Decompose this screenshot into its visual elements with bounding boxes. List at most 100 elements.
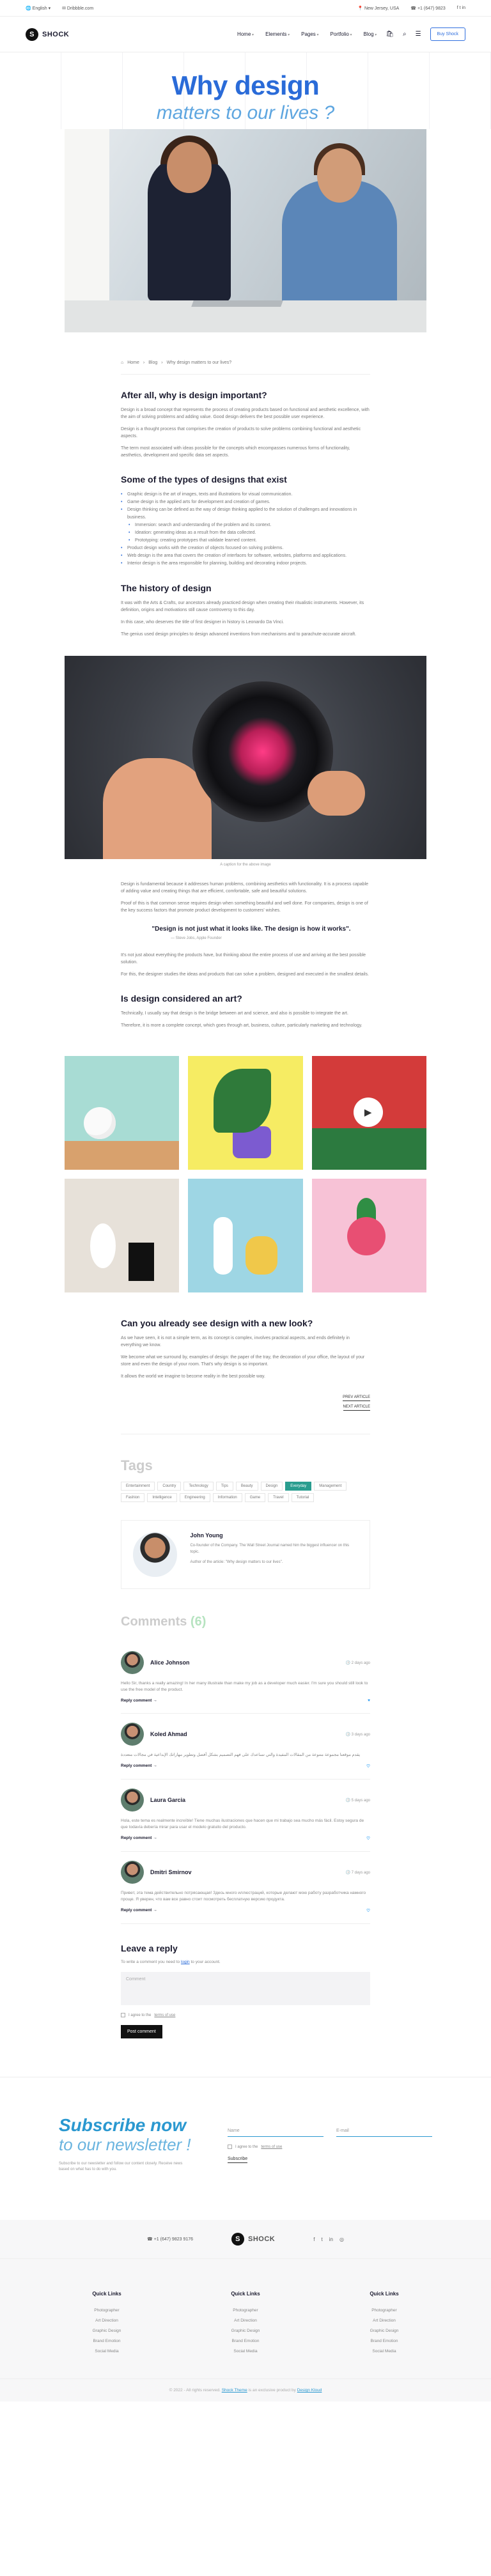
- footer-phone[interactable]: ☎ +1 (647) 9823 9176: [147, 2237, 193, 2242]
- prev-article-link[interactable]: PREV ARTICLE: [343, 1395, 370, 1401]
- post-comment-button[interactable]: Post comment: [121, 2025, 162, 2038]
- comment-author[interactable]: Alice Johnson: [150, 1659, 190, 1666]
- footer-link[interactable]: Art Direction: [336, 2318, 432, 2323]
- avatar: [121, 1651, 144, 1674]
- heart-icon[interactable]: ♥: [368, 1698, 370, 1703]
- design-type-item: Product design works with the creation o…: [121, 545, 370, 552]
- breadcrumb-home[interactable]: Home: [127, 361, 139, 365]
- buy-button[interactable]: Buy Shock: [430, 27, 465, 41]
- search-icon[interactable]: ⌕: [403, 31, 407, 38]
- tag-chip[interactable]: Fashion: [121, 1493, 145, 1502]
- paragraph: The term most associated with ideas poss…: [121, 446, 350, 458]
- tag-chip[interactable]: Country: [157, 1482, 182, 1491]
- tag-chip[interactable]: Beauty: [235, 1482, 258, 1491]
- footer-link[interactable]: Graphic Design: [336, 2329, 432, 2333]
- footer-link[interactable]: Social Media: [336, 2349, 432, 2354]
- footer-column: Quick Links Photographer Art Direction Grap…: [198, 2291, 293, 2359]
- login-link[interactable]: login: [181, 1960, 190, 1964]
- section-heading: The history of design: [121, 583, 212, 593]
- subscribe-button[interactable]: Subscribe: [228, 2157, 248, 2163]
- email-input[interactable]: E-mail: [336, 2129, 432, 2137]
- footer-link[interactable]: Art Direction: [59, 2318, 155, 2323]
- gallery-image[interactable]: [311, 1179, 426, 1292]
- blockquote: "Design is not just what it looks like. …: [121, 926, 370, 940]
- comment-author[interactable]: Laura Garcia: [150, 1797, 185, 1803]
- tag-chip[interactable]: Information: [212, 1493, 242, 1502]
- comment-author[interactable]: Dmitri Smirnov: [150, 1869, 192, 1875]
- tag-chip[interactable]: Game: [244, 1493, 266, 1502]
- tag-chip[interactable]: Entertainment: [121, 1482, 155, 1491]
- comment-author[interactable]: Koled Ahmad: [150, 1731, 187, 1737]
- comment: Dmitri Smirnov 🕓 7 days ago Привет, эта те…: [121, 1852, 370, 1924]
- header: SSHOCK Home Elements Pages Portfolio Blo…: [0, 17, 491, 52]
- location-text: 📍 New Jersey, USA: [357, 6, 400, 11]
- footer-link[interactable]: Brand Emotion: [336, 2339, 432, 2343]
- logo[interactable]: S SHOCK: [26, 27, 69, 41]
- gallery-video[interactable]: ▶: [311, 1056, 426, 1170]
- footer-link[interactable]: Photographer: [336, 2308, 432, 2313]
- footer-link[interactable]: Brand Emotion: [198, 2339, 293, 2343]
- breadcrumb-blog[interactable]: Blog: [148, 361, 157, 365]
- footer-link[interactable]: Art Direction: [198, 2318, 293, 2323]
- next-article-link[interactable]: NEXT ARTICLE: [343, 1405, 370, 1411]
- home-icon: ⌂: [121, 361, 124, 365]
- language-select[interactable]: 🌐 English ▾: [26, 6, 51, 11]
- tag-chip[interactable]: Design: [260, 1482, 283, 1491]
- name-input[interactable]: Name: [228, 2129, 323, 2137]
- footer-link[interactable]: Graphic Design: [59, 2329, 155, 2333]
- footer-link[interactable]: Graphic Design: [198, 2329, 293, 2333]
- reply-comment-link[interactable]: Reply comment →: [121, 1764, 157, 1769]
- tag-chip[interactable]: Management: [314, 1482, 347, 1491]
- tag-chip[interactable]: Everyday: [285, 1482, 312, 1491]
- paragraph: As we have seen, it is not a simple term…: [121, 1336, 350, 1347]
- heart-icon[interactable]: ♡: [366, 1836, 370, 1841]
- heart-icon[interactable]: ♡: [366, 1908, 370, 1913]
- footer-link[interactable]: Photographer: [198, 2308, 293, 2313]
- footer-link[interactable]: Social Media: [198, 2349, 293, 2354]
- heart-icon[interactable]: ♡: [366, 1764, 370, 1769]
- comment-textarea[interactable]: Comment: [121, 1972, 370, 2005]
- nav-elements[interactable]: Elements: [265, 31, 290, 37]
- reply-comment-link[interactable]: Reply comment →: [121, 1908, 157, 1913]
- nav-portfolio[interactable]: Portfolio: [331, 31, 352, 37]
- footer-column: Quick Links Photographer Art Direction Grap…: [59, 2291, 155, 2359]
- footer-link[interactable]: Photographer: [59, 2308, 155, 2313]
- hero: Why design matters to our lives ?: [0, 52, 491, 129]
- newsletter-terms-checkbox[interactable]: I agree to the terms of use: [228, 2145, 432, 2149]
- cart-icon[interactable]: 🛍: [386, 31, 394, 38]
- footer-logo[interactable]: S SHOCK: [231, 2233, 275, 2246]
- tag-chip[interactable]: Engineering: [179, 1493, 210, 1502]
- reply-comment-link[interactable]: Reply comment →: [121, 1698, 157, 1703]
- design-type-item: Graphic design is the art of images, tex…: [121, 491, 370, 499]
- tag-chip[interactable]: Intelligence: [147, 1493, 177, 1502]
- tag-chip[interactable]: Technology: [183, 1482, 214, 1491]
- footer-link[interactable]: Brand Emotion: [59, 2339, 155, 2343]
- comment-date: 🕓 5 days ago: [345, 1798, 371, 1803]
- tag-chip[interactable]: Travel: [268, 1493, 289, 1502]
- menu-icon[interactable]: ☰: [416, 31, 421, 38]
- paragraph: The genius used design principles to des…: [121, 632, 357, 637]
- author-name[interactable]: John Young: [190, 1532, 358, 1539]
- reply-title: Leave a reply: [121, 1943, 178, 1953]
- section-heading: Is design considered an art?: [121, 993, 242, 1004]
- gallery-image[interactable]: [188, 1179, 303, 1292]
- footer-column: Quick Links Photographer Art Direction Grap…: [336, 2291, 432, 2359]
- nav-blog[interactable]: Blog: [364, 31, 377, 37]
- nav-pages[interactable]: Pages: [301, 31, 318, 37]
- social-icons[interactable]: f t in: [457, 6, 465, 10]
- footer-link[interactable]: Social Media: [59, 2349, 155, 2354]
- terms-checkbox[interactable]: I agree to the terms of use: [121, 2013, 370, 2017]
- email-link[interactable]: ✉ Dribbble.com: [62, 6, 93, 11]
- gallery-image[interactable]: [188, 1056, 303, 1170]
- reply-comment-link[interactable]: Reply comment →: [121, 1836, 157, 1841]
- nav-home[interactable]: Home: [237, 31, 254, 37]
- tag-chip[interactable]: Tips: [215, 1482, 233, 1491]
- avatar: [133, 1532, 178, 1577]
- phone-link[interactable]: ☎ +1 (647) 9823: [410, 6, 445, 11]
- gallery-image[interactable]: [65, 1179, 180, 1292]
- article-end: Can you already see design with a new lo…: [121, 1318, 370, 2038]
- play-icon[interactable]: ▶: [353, 1098, 383, 1127]
- social-icons[interactable]: f t in ◎: [313, 2237, 344, 2242]
- gallery-image[interactable]: [65, 1056, 180, 1170]
- tag-chip[interactable]: Tutorial: [291, 1493, 315, 1502]
